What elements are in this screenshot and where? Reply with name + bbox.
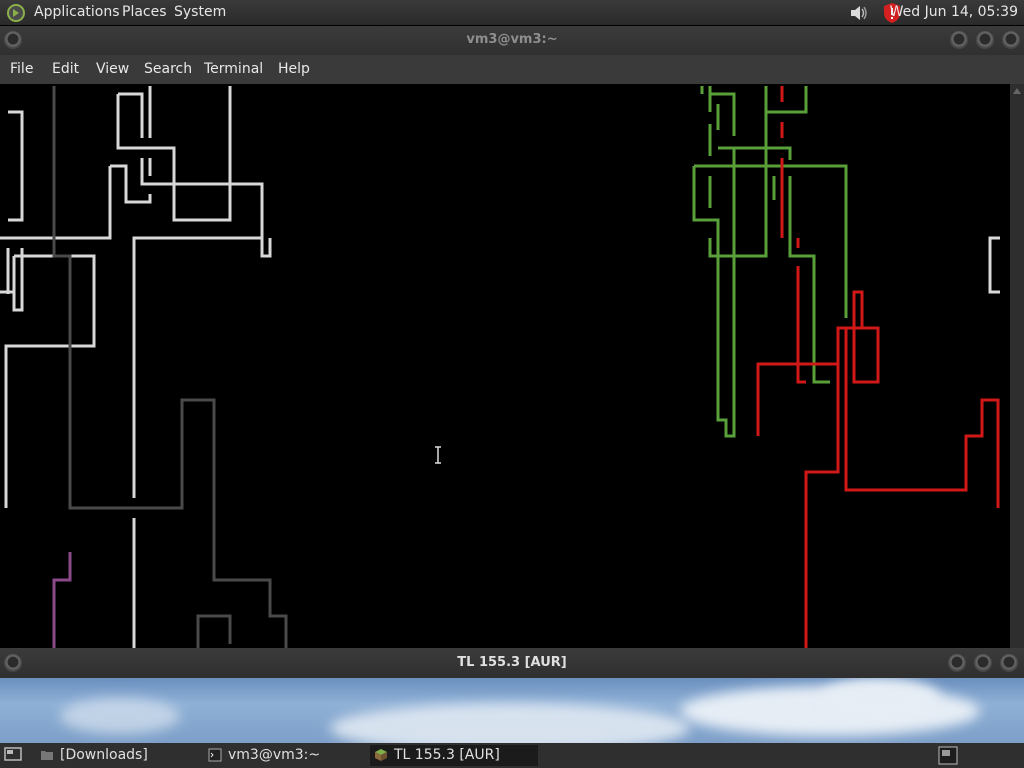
terminal-titlebar[interactable]: vm3@vm3:~ (0, 26, 1024, 55)
terminal-output[interactable] (0, 84, 1010, 648)
scroll-up-arrow-icon[interactable] (1013, 88, 1021, 94)
terminal-scrollbar[interactable] (1010, 84, 1024, 648)
top-panel: Applications Places System Wed Jun 14, 0… (0, 0, 1024, 25)
workspace-switcher-icon[interactable] (938, 746, 958, 765)
distro-logo-icon[interactable] (6, 3, 26, 23)
close-button[interactable] (1002, 31, 1020, 49)
pipe-white (988, 236, 1000, 294)
menu-help[interactable]: Help (278, 61, 310, 77)
close-button[interactable] (1000, 654, 1018, 672)
maximize-button[interactable] (976, 31, 994, 49)
clock[interactable]: Wed Jun 14, 05:39 (890, 4, 1018, 20)
pipe-white (118, 86, 152, 138)
folder-icon (41, 751, 53, 760)
terminal-icon (208, 748, 222, 762)
show-desktop-icon[interactable] (4, 747, 22, 763)
game-window-titlebar[interactable]: TL 155.3 [AUR] (0, 648, 1024, 678)
pipe-red (804, 328, 840, 648)
minimize-button[interactable] (948, 654, 966, 672)
pipe-purple (52, 552, 72, 648)
menu-places[interactable]: Places (122, 4, 167, 20)
pipe-white (132, 236, 262, 498)
menu-file[interactable]: File (10, 61, 33, 77)
pipe-green (692, 148, 736, 438)
terminal-menubar: File Edit View Search Terminal Help (0, 55, 1024, 84)
terminal-window-title: vm3@vm3:~ (466, 32, 558, 47)
pipe-white (116, 86, 232, 222)
pipe-gray (52, 86, 288, 648)
taskbar-item-label: TL 155.3 [AUR] (394, 747, 500, 763)
pipe-white (140, 158, 272, 258)
pipe-red (756, 290, 880, 436)
menu-terminal[interactable]: Terminal (204, 61, 263, 77)
menu-edit[interactable]: Edit (52, 61, 79, 77)
minimize-button[interactable] (950, 31, 968, 49)
cloud (60, 698, 180, 734)
game-window-title: TL 155.3 [AUR] (457, 655, 567, 670)
pipe-green (764, 86, 808, 114)
menu-search[interactable]: Search (144, 61, 192, 77)
maximize-button[interactable] (974, 654, 992, 672)
bottom-panel: [Downloads] vm3@vm3:~ TL 155.3 [AUR] (0, 743, 1024, 768)
taskbar-item-label: [Downloads] (60, 747, 148, 763)
menu-view[interactable]: View (96, 61, 129, 77)
menu-system[interactable]: System (174, 4, 226, 20)
taskbar-item-downloads[interactable]: [Downloads] (36, 745, 196, 766)
pipe-red (844, 328, 1000, 508)
menu-applications[interactable]: Applications (34, 4, 120, 20)
cloud (330, 703, 690, 743)
text-cursor-icon (435, 446, 441, 464)
pipe-green (788, 176, 830, 384)
pipe-gray (196, 614, 232, 648)
cube-icon (375, 749, 387, 761)
pipe-green (710, 92, 736, 136)
cloud (820, 678, 940, 718)
pipe-white (4, 248, 96, 508)
game-viewport[interactable] (0, 678, 1024, 743)
pipes-art (0, 86, 1000, 648)
taskbar-item-label: vm3@vm3:~ (228, 747, 321, 763)
taskbar-item-game[interactable]: TL 155.3 [AUR] (370, 745, 538, 766)
taskbar-item-terminal[interactable]: vm3@vm3:~ (204, 745, 364, 766)
pipe-white (8, 110, 24, 222)
volume-icon[interactable] (848, 3, 870, 23)
pipe-green (708, 124, 792, 160)
